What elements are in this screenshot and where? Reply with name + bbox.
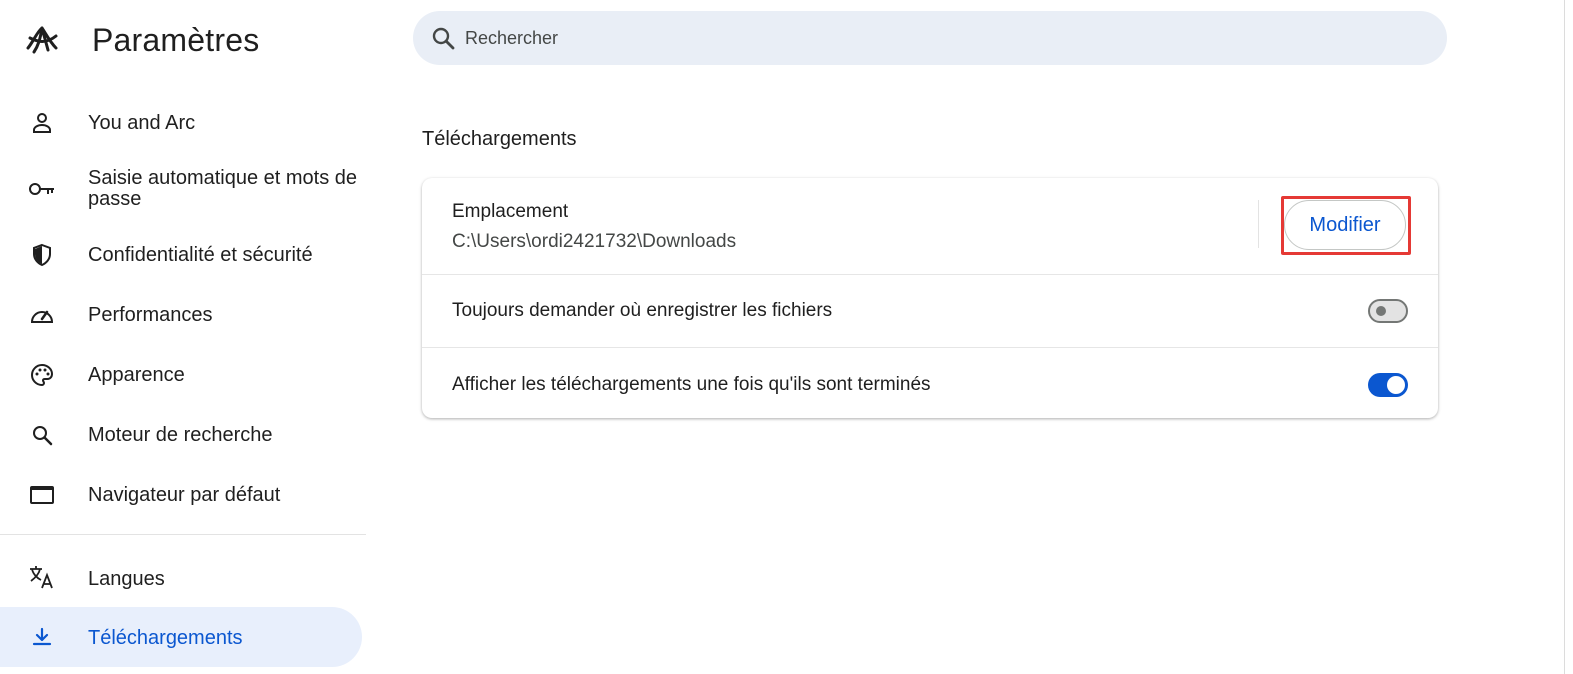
- vertical-separator: [1258, 200, 1259, 248]
- sidebar-item-search-engine[interactable]: Moteur de recherche: [0, 414, 362, 456]
- sidebar-item-performance[interactable]: Performances: [0, 294, 362, 336]
- scrollbar-track: [1564, 0, 1565, 674]
- location-row: Emplacement C:\Users\ordi2421732\Downloa…: [422, 178, 1438, 274]
- modify-location-button[interactable]: Modifier: [1284, 200, 1406, 250]
- search-icon: [28, 421, 56, 449]
- search-bar[interactable]: [413, 11, 1447, 65]
- toggle-knob: [1387, 376, 1405, 394]
- sidebar-item-label: Confidentialité et sécurité: [88, 244, 313, 266]
- sidebar-item-autofill-passwords[interactable]: Saisie automatique et mots de passe: [0, 164, 362, 214]
- shield-icon: [28, 241, 56, 269]
- ask-location-toggle[interactable]: [1368, 299, 1408, 323]
- sidebar-item-privacy-security[interactable]: Confidentialité et sécurité: [0, 234, 362, 276]
- search-icon: [429, 24, 457, 52]
- sidebar-item-label: Langues: [88, 568, 165, 590]
- speedometer-icon: [28, 301, 56, 329]
- search-input[interactable]: [465, 11, 1425, 65]
- download-icon: [28, 623, 56, 651]
- setting-row-ask-location: Toujours demander où enregistrer les fic…: [422, 274, 1438, 347]
- location-path: C:\Users\ordi2421732\Downloads: [452, 231, 737, 252]
- page-title: Paramètres: [92, 21, 260, 58]
- key-icon: [28, 175, 56, 203]
- arc-logo-icon: [24, 22, 60, 58]
- scrollbar[interactable]: [1561, 0, 1573, 674]
- sidebar-item-label: Saisie automatique et mots de passe: [88, 167, 358, 210]
- toggle-knob: [1376, 306, 1386, 316]
- sidebar-item-you-and-arc[interactable]: You and Arc: [0, 102, 362, 144]
- sidebar-item-appearance[interactable]: Apparence: [0, 354, 362, 396]
- translate-icon: [28, 563, 56, 591]
- section-title: Téléchargements: [422, 128, 577, 150]
- sidebar-item-downloads[interactable]: Téléchargements: [0, 607, 362, 667]
- brand-header: Paramètres: [24, 20, 259, 60]
- sidebar-item-languages[interactable]: Langues: [0, 558, 362, 600]
- palette-icon: [28, 361, 56, 389]
- sidebar-item-label: Navigateur par défaut: [88, 484, 281, 506]
- sidebar-item-label: You and Arc: [88, 112, 196, 134]
- sidebar-item-label: Performances: [88, 304, 213, 326]
- browser-window-icon: [28, 481, 56, 509]
- sidebar: Paramètres You and Arc Saisie automatiqu…: [0, 0, 366, 674]
- sidebar-item-label: Téléchargements: [88, 627, 243, 649]
- sidebar-item-default-browser[interactable]: Navigateur par défaut: [0, 474, 362, 516]
- sidebar-item-label: Apparence: [88, 364, 185, 386]
- setting-label: Afficher les téléchargements une fois qu…: [452, 374, 931, 395]
- sidebar-divider: [0, 534, 366, 535]
- person-icon: [28, 109, 56, 137]
- setting-label: Toujours demander où enregistrer les fic…: [452, 300, 833, 321]
- setting-row-show-downloads: Afficher les téléchargements une fois qu…: [422, 347, 1438, 418]
- location-label: Emplacement: [452, 201, 569, 222]
- sidebar-item-label: Moteur de recherche: [88, 424, 273, 446]
- downloads-settings-card: Emplacement C:\Users\ordi2421732\Downloa…: [422, 178, 1438, 418]
- show-downloads-toggle[interactable]: [1368, 373, 1408, 397]
